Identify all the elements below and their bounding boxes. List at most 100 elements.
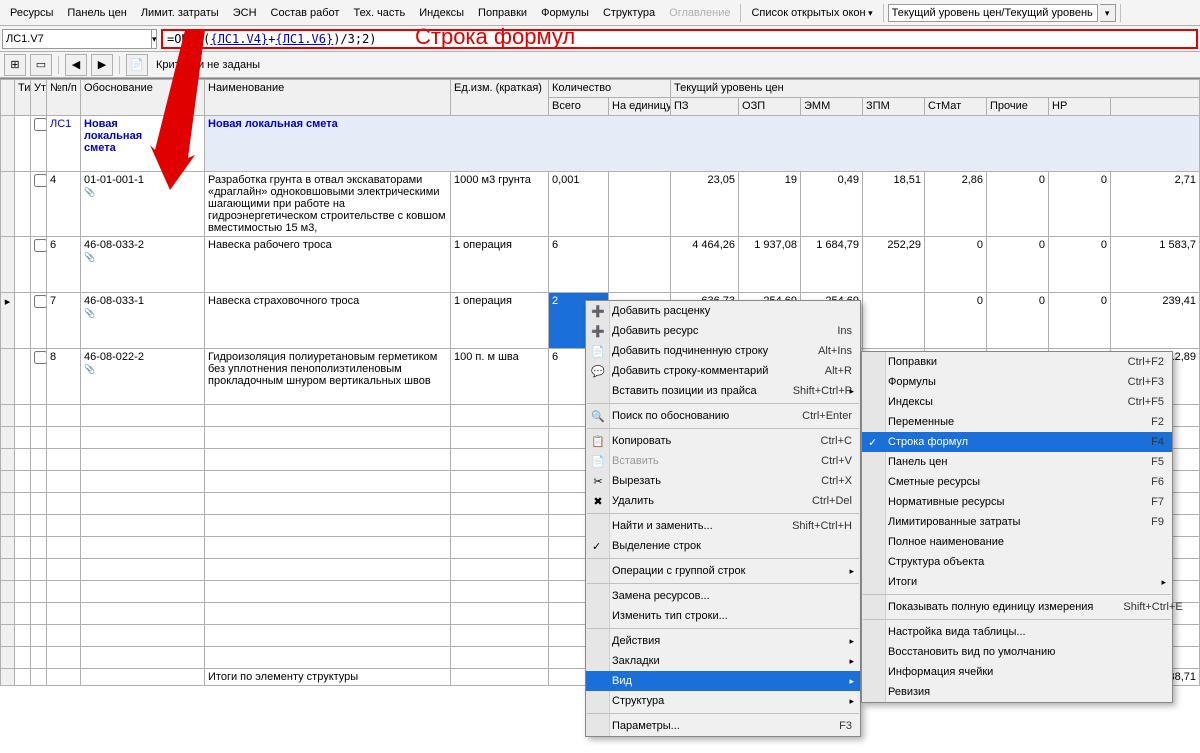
menu-item[interactable]: Сметные ресурсыF6 (862, 472, 1172, 492)
cell-pro[interactable]: 0 (987, 237, 1049, 293)
cell-zpm[interactable] (863, 293, 925, 349)
col-header-ke[interactable]: На единицу (609, 98, 671, 116)
menu-item[interactable]: 🔍Поиск по обоснованиюCtrl+Enter (586, 406, 860, 426)
col-header-ut[interactable]: Ут (31, 80, 47, 116)
cell-stm[interactable]: 2,86 (925, 172, 987, 237)
menu-item[interactable]: Настройка вида таблицы... (862, 622, 1172, 642)
menu-resources[interactable]: Ресурсы (4, 4, 59, 22)
menu-item[interactable]: Полное наименование (862, 532, 1172, 552)
cell-ed[interactable]: 1 операция (451, 293, 549, 349)
cell-obos[interactable]: 46-08-033-2 (81, 237, 205, 293)
table-row[interactable]: 6 46-08-033-2 Навеска рабочего троса 1 о… (1, 237, 1200, 293)
cell-npn[interactable]: 7 (47, 293, 81, 349)
cell-obos[interactable]: Новая локальная смета (81, 116, 205, 172)
menu-structure[interactable]: Структура (597, 4, 661, 22)
cell-hr2[interactable]: 239,41 (1111, 293, 1200, 349)
cell-npn[interactable]: 8 (47, 349, 81, 405)
col-header-zpm[interactable]: ЗПМ (863, 98, 925, 116)
cell-ke[interactable] (609, 237, 671, 293)
menu-item[interactable]: Параметры...F3 (586, 716, 860, 736)
menu-item[interactable]: Изменить тип строки... (586, 606, 860, 626)
cell-title[interactable]: Новая локальная смета (205, 116, 1200, 172)
table-row[interactable]: ЛС1 Новая локальная смета Новая локальна… (1, 116, 1200, 172)
menu-item[interactable]: Операции с группой строк (586, 561, 860, 581)
cell[interactable] (15, 293, 31, 349)
menu-item[interactable]: Структура объекта (862, 552, 1172, 572)
cell[interactable] (15, 116, 31, 172)
col-header-price-group[interactable]: Текущий уровень цен (671, 80, 1200, 98)
row-marker[interactable] (1, 172, 15, 237)
menu-item[interactable]: Итоги (862, 572, 1172, 592)
context-menu[interactable]: ➕Добавить расценку➕Добавить ресурсIns📄До… (585, 300, 861, 737)
cell-pz[interactable]: 23,05 (671, 172, 739, 237)
tb-expand-icon[interactable]: ⊞ (4, 54, 26, 76)
row-checkbox[interactable] (31, 116, 47, 172)
col-header-ti[interactable]: Ти (15, 80, 31, 116)
cell-hr2[interactable]: 1 583,7 (1111, 237, 1200, 293)
table-row[interactable]: 4 01-01-001-1 Разработка грунта в отвал … (1, 172, 1200, 237)
menu-item[interactable]: Лимитированные затратыF9 (862, 512, 1172, 532)
cell-naim[interactable]: Навеска рабочего троса (205, 237, 451, 293)
row-checkbox[interactable] (31, 349, 47, 405)
menu-price-panel[interactable]: Панель цен (61, 4, 132, 22)
cell-naim[interactable]: Навеска страховочного троса (205, 293, 451, 349)
cell-kv[interactable]: 6 (549, 237, 609, 293)
cell-ed[interactable]: 1 операция (451, 237, 549, 293)
name-box-dropdown-icon[interactable]: ▾ (151, 30, 157, 48)
cell-obos[interactable]: 46-08-022-2 (81, 349, 205, 405)
cell-hr[interactable]: 0 (1049, 237, 1111, 293)
cell-pro[interactable]: 0 (987, 172, 1049, 237)
menu-item[interactable]: ➕Добавить ресурсIns (586, 321, 860, 341)
row-marker[interactable] (1, 237, 15, 293)
cell-pro[interactable]: 0 (987, 293, 1049, 349)
cell-hr2[interactable]: 2,71 (1111, 172, 1200, 237)
tb-doc-icon[interactable]: 📄 (126, 54, 148, 76)
menu-item[interactable]: Нормативные ресурсыF7 (862, 492, 1172, 512)
cell[interactable] (15, 349, 31, 405)
cell-naim[interactable]: Разработка грунта в отвал экскаваторами … (205, 172, 451, 237)
cell-pz[interactable]: 4 464,26 (671, 237, 739, 293)
col-header-kv[interactable]: Всего (549, 98, 609, 116)
menu-item[interactable]: ФормулыCtrl+F3 (862, 372, 1172, 392)
row-checkbox[interactable] (31, 237, 47, 293)
context-submenu-view[interactable]: ПоправкиCtrl+F2ФормулыCtrl+F3ИндексыCtrl… (861, 351, 1173, 703)
menu-item[interactable]: 💬Добавить строку-комментарийAlt+R (586, 361, 860, 381)
col-header-marker[interactable] (1, 80, 15, 116)
col-header-ozp[interactable]: ОЗП (739, 98, 801, 116)
cell-ed[interactable]: 100 п. м шва (451, 349, 549, 405)
menu-item[interactable]: ➕Добавить расценку (586, 301, 860, 321)
col-header-stm[interactable]: СтМат (925, 98, 987, 116)
cell-emm[interactable]: 1 684,79 (801, 237, 863, 293)
cell-kv[interactable]: 0,001 (549, 172, 609, 237)
menu-item[interactable]: ✂ВырезатьCtrl+X (586, 471, 860, 491)
menu-item[interactable]: 📋КопироватьCtrl+C (586, 431, 860, 451)
cell-stm[interactable]: 0 (925, 237, 987, 293)
cell[interactable] (15, 172, 31, 237)
formula-input[interactable]: =ОКР(({ЛС1.V4}+{ЛС1.V6})/3;2) (161, 29, 1198, 49)
price-level-dropdown-icon[interactable]: ▾ (1100, 4, 1116, 22)
menu-item[interactable]: Панель ценF5 (862, 452, 1172, 472)
menu-item[interactable]: Замена ресурсов... (586, 586, 860, 606)
menu-item[interactable]: Найти и заменить...Shift+Ctrl+H (586, 516, 860, 536)
menu-item[interactable]: Строка формулF4 (862, 432, 1172, 452)
menu-item[interactable]: Вставить позиции из прайсаShift+Ctrl+P (586, 381, 860, 401)
menu-item[interactable]: ПеременныеF2 (862, 412, 1172, 432)
menu-item[interactable]: ПоправкиCtrl+F2 (862, 352, 1172, 372)
row-checkbox[interactable] (31, 172, 47, 237)
cell[interactable] (15, 237, 31, 293)
attachment-icon[interactable] (84, 307, 95, 319)
menu-tech[interactable]: Тех. часть (347, 4, 411, 22)
menu-item[interactable]: Действия (586, 631, 860, 651)
cell-npn[interactable]: 4 (47, 172, 81, 237)
attachment-icon[interactable] (84, 186, 95, 198)
cell-ozp[interactable]: 1 937,08 (739, 237, 801, 293)
cell-hr[interactable]: 0 (1049, 172, 1111, 237)
cell-npn[interactable]: 6 (47, 237, 81, 293)
col-header-naim[interactable]: Наименование (205, 80, 451, 116)
name-box[interactable]: ▾ (2, 29, 157, 49)
attachment-icon[interactable] (84, 251, 95, 263)
cell-obos[interactable]: 01-01-001-1 (81, 172, 205, 237)
menu-corrections[interactable]: Поправки (472, 4, 533, 22)
row-checkbox[interactable] (31, 293, 47, 349)
tb-right-icon[interactable]: ▶ (91, 54, 113, 76)
